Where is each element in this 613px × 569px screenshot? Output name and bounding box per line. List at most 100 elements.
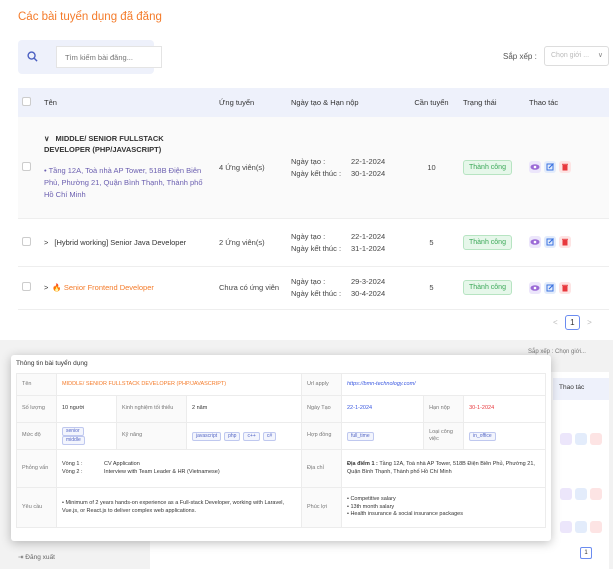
delete-icon[interactable] — [559, 281, 571, 294]
background-page-1-button[interactable]: 1 — [580, 547, 592, 559]
experience: 2 năm — [186, 395, 302, 423]
address: Địa điểm 1 : Tầng 12A, Toà nhà AP Tower,… — [341, 449, 546, 488]
row-checkbox[interactable] — [22, 161, 31, 171]
quantity: 10 người — [56, 395, 117, 423]
table-row: > 🔥 Senior Frontend Developer Chưa có ứng… — [18, 266, 609, 310]
status-badge: Thành công — [463, 159, 512, 175]
delete-icon[interactable] — [559, 161, 571, 174]
label-address: Địa chỉ — [301, 449, 342, 488]
search-input[interactable] — [56, 46, 162, 68]
sort-select-value: Chọn giới ... — [551, 52, 590, 59]
row-checkbox[interactable] — [22, 236, 31, 246]
edit-icon[interactable] — [544, 161, 556, 174]
apply-url-link[interactable]: https://bmn-technology.com/ — [341, 373, 546, 396]
table-header-row: Tên Ứng tuyển Ngày tạo & Hạn nộp Cần tuy… — [18, 88, 609, 117]
job-detail-modal: Thông tin bài tuyển dụng Tên MIDDLE/ SEN… — [11, 355, 551, 541]
label-experience: Kinh nghiệm tối thiểu — [116, 395, 187, 423]
fire-icon: 🔥 — [52, 283, 62, 292]
logout-link[interactable]: ⇥ Đăng xuất — [18, 553, 55, 561]
label-worktype: Loại công việc — [423, 422, 465, 450]
skill-tag: c++ — [243, 431, 260, 441]
sort-label: Sắp xếp : — [503, 52, 537, 61]
level-tags: seniormiddle — [56, 422, 117, 450]
label-requirements: Yêu cầu — [16, 487, 57, 528]
contract: full_time — [340, 422, 425, 450]
status-badge: Thành công — [463, 234, 512, 250]
skill-tag: php — [224, 431, 241, 441]
label-interview: Phỏng vấn — [16, 449, 57, 488]
view-icon[interactable] — [560, 432, 572, 445]
label-url: Url apply — [301, 373, 342, 396]
pagination: < 1 > — [553, 315, 592, 330]
edit-icon[interactable] — [544, 281, 556, 294]
col-dates: Ngày tạo & Hạn nộp — [287, 88, 404, 117]
search-icon[interactable] — [27, 51, 38, 62]
chevron-down-icon: ∨ — [597, 52, 603, 59]
delete-icon[interactable] — [590, 432, 602, 445]
status-badge: Thành công — [463, 280, 512, 295]
next-page-button[interactable]: > — [587, 318, 592, 327]
skill-tag: c# — [262, 431, 277, 441]
delete-icon[interactable] — [590, 487, 602, 500]
view-icon[interactable] — [560, 520, 572, 533]
level-tag: middle — [62, 436, 85, 445]
requirements: • Minimum of 2 years hands-on experience… — [56, 487, 302, 528]
jobs-table: Tên Ứng tuyển Ngày tạo & Hạn nộp Cần tuy… — [18, 88, 609, 310]
label-created: Ngày Tạo — [301, 395, 342, 423]
view-icon[interactable] — [529, 161, 541, 174]
job-address: • Tầng 12A, Toà nhà AP Tower, 518B Điện … — [44, 166, 203, 200]
table-row: ∨ MIDDLE/ SENIOR FULLSTACK DEVELOPER (PHP… — [18, 117, 609, 219]
label-benefits: Phúc lợi — [301, 487, 342, 528]
col-applicants: Ứng tuyển — [215, 88, 287, 117]
worktype: in_office — [463, 422, 546, 450]
job-title: > [Hybrid working] Senior Java Developer — [44, 237, 187, 247]
need-count: 10 — [404, 117, 459, 219]
edit-icon[interactable] — [575, 520, 587, 533]
view-icon[interactable] — [529, 236, 541, 248]
edit-icon[interactable] — [575, 432, 587, 445]
select-all-checkbox[interactable] — [22, 97, 31, 106]
background-actions — [560, 430, 605, 448]
view-icon[interactable] — [560, 487, 572, 500]
background-actions — [560, 485, 605, 503]
page-title: Các bài tuyển dụng đã đăng — [18, 11, 162, 23]
expand-icon[interactable]: > — [44, 238, 48, 247]
label-quantity: Số lượng — [16, 395, 57, 423]
collapse-icon[interactable]: ∨ — [44, 134, 50, 143]
logout-icon: ⇥ — [18, 554, 24, 561]
created-date: 22-1-2024 — [340, 395, 425, 423]
interview-rounds: Vòng 1 : CV Application Vòng 2 : Interview… — [56, 449, 302, 488]
delete-icon[interactable] — [590, 520, 602, 533]
label-name: Tên — [16, 373, 57, 396]
sort-select[interactable]: Chọn giới ... ∨ — [544, 46, 609, 66]
row-checkbox[interactable] — [22, 282, 31, 291]
modal-title: Thông tin bài tuyển dụng — [16, 360, 88, 367]
job-name: MIDDLE/ SENIOR FULLSTACK DEVELOPER (PHP/… — [56, 373, 302, 396]
job-detail-grid: Tên MIDDLE/ SENIOR FULLSTACK DEVELOPER (… — [16, 373, 546, 528]
job-title: > 🔥 Senior Frontend Developer — [44, 283, 154, 292]
delete-icon[interactable] — [559, 236, 571, 248]
applicants[interactable]: 2 Ứng viên(s) — [215, 218, 287, 267]
col-actions: Thao tác — [525, 88, 609, 117]
need-count: 5 — [404, 266, 459, 310]
table-row: > [Hybrid working] Senior Java Developer … — [18, 218, 609, 267]
edit-icon[interactable] — [575, 487, 587, 500]
edit-icon[interactable] — [544, 236, 556, 248]
label-contract: Hợp đồng — [301, 422, 342, 450]
job-title: ∨ MIDDLE/ SENIOR FULLSTACK DEVELOPER (PHP… — [44, 134, 164, 155]
col-status: Trạng thái — [459, 88, 525, 117]
page-1-button[interactable]: 1 — [564, 315, 580, 330]
prev-page-button[interactable]: < — [553, 318, 558, 327]
label-skills: Kỹ năng — [116, 422, 187, 450]
benefits: • Competitive salary • 13th month salary… — [341, 487, 546, 528]
background-header-actions: Thao tác — [553, 378, 609, 400]
deadline-date: 30-1-2024 — [463, 395, 546, 423]
level-tag: senior — [62, 427, 84, 436]
view-icon[interactable] — [529, 281, 541, 294]
applicants[interactable]: 4 Ứng viên(s) — [215, 117, 287, 219]
skill-tag: javascript — [192, 431, 222, 441]
label-deadline: Hạn nộp — [423, 395, 465, 423]
col-need: Cần tuyển — [404, 88, 459, 117]
expand-icon[interactable]: > — [44, 283, 48, 292]
applicants[interactable]: Chưa có ứng viên — [215, 266, 287, 310]
